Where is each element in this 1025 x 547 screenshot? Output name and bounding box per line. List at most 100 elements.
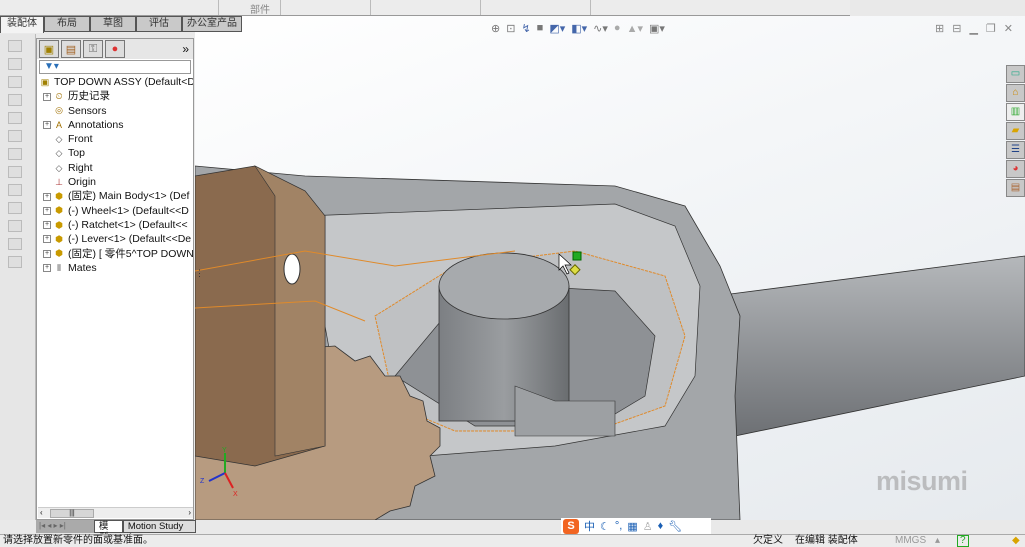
insert-component-icon[interactable]: [8, 40, 22, 52]
file-explorer-icon[interactable]: ▥: [1006, 103, 1025, 121]
tree-item[interactable]: + ⬢ (固定) [ 零件5^TOP DOWN: [37, 247, 193, 261]
explode-line-icon[interactable]: [8, 220, 22, 232]
configuration-manager-tab-icon[interactable]: ⚿: [83, 40, 103, 58]
tab-model[interactable]: 模型: [93, 520, 123, 543]
assembly-features-icon[interactable]: [8, 130, 22, 142]
tab-office-products[interactable]: 办公室产品: [182, 16, 242, 32]
hide-show-items-icon[interactable]: ∿▾: [593, 22, 608, 35]
section-view-icon[interactable]: ■: [537, 22, 544, 35]
model-view[interactable]: Y Z X ⋮: [195, 16, 1025, 520]
design-library-icon[interactable]: ⌂: [1006, 84, 1025, 102]
panel-splitter-handle[interactable]: ⋮: [195, 268, 204, 278]
fullwidth-icon[interactable]: ☾: [600, 520, 610, 533]
property-manager-tab-icon[interactable]: ▤: [61, 40, 81, 58]
mate-icon[interactable]: [8, 58, 22, 70]
snapshot-icon[interactable]: [8, 256, 22, 268]
split-vertical-icon[interactable]: ⊟: [952, 22, 961, 35]
expand-toggle-icon[interactable]: +: [43, 206, 51, 215]
tree-item[interactable]: ◇ Top: [37, 146, 193, 160]
settings-wrench-icon[interactable]: 🔧︎: [668, 520, 682, 533]
expand-panel-button[interactable]: »: [182, 42, 189, 56]
zoom-to-area-icon[interactable]: ⊡: [506, 22, 515, 35]
sensor-icon: ◎: [55, 105, 63, 116]
new-motion-study-icon[interactable]: [8, 166, 22, 178]
help-button[interactable]: ?: [957, 535, 969, 547]
tree-filter[interactable]: ▼▾: [39, 60, 191, 74]
instant3d-icon[interactable]: [8, 238, 22, 250]
restore-icon[interactable]: ❐: [986, 22, 996, 35]
tab-motion-study[interactable]: Motion Study 1: [122, 520, 196, 543]
previous-view-icon[interactable]: ↯: [521, 22, 530, 35]
tree-item[interactable]: + ⬢ (-) Wheel<1> (Default<<D: [37, 204, 193, 218]
tree-item[interactable]: ◎ Sensors: [37, 104, 193, 118]
tree-horizontal-scrollbar[interactable]: ‹ ||| ›: [38, 507, 193, 518]
tree-item[interactable]: + A Annotations: [37, 118, 193, 132]
exploded-view-icon[interactable]: [8, 202, 22, 214]
tree-item[interactable]: + ⬢ (-) Ratchet<1> (Default<<: [37, 218, 193, 232]
solidworks-resources-icon[interactable]: ▭: [1006, 65, 1025, 83]
custom-properties-icon[interactable]: ▤: [1006, 179, 1025, 197]
tree-item[interactable]: + ⬢ (-) Lever<1> (Default<<De: [37, 232, 193, 246]
pattern-icon[interactable]: [8, 76, 22, 88]
zoom-to-fit-icon[interactable]: ⊕: [491, 22, 500, 35]
scroll-left-icon[interactable]: ‹: [40, 508, 43, 517]
part-icon: ⬢: [55, 233, 63, 244]
expand-toggle-icon[interactable]: +: [43, 249, 51, 258]
tab-layout[interactable]: 布局: [44, 16, 90, 32]
show-hidden-icon[interactable]: [8, 112, 22, 124]
voice-icon[interactable]: ♙: [643, 520, 653, 533]
tree-item[interactable]: ◇ Front: [37, 132, 193, 146]
reference-geometry-icon[interactable]: [8, 148, 22, 160]
filter-icon[interactable]: ▼▾: [44, 61, 59, 72]
expand-toggle-icon[interactable]: +: [43, 121, 51, 130]
bill-of-materials-icon[interactable]: [8, 184, 22, 196]
sogou-logo-icon[interactable]: S: [563, 518, 579, 534]
split-horizontal-icon[interactable]: ⊞: [935, 22, 944, 35]
appearances-icon[interactable]: ◕: [1006, 160, 1025, 178]
tree-root[interactable]: ▣ TOP DOWN ASSY (Default<D: [37, 75, 193, 89]
divider: [218, 0, 219, 15]
apply-scene-icon[interactable]: ▲▾: [627, 22, 643, 35]
tree-item[interactable]: + ⏲ 历史记录: [37, 89, 193, 103]
feature-manager-tree: ▣ ▤ ⚿ ● » ▼▾ ▣ TOP DOWN ASSY (Default<D +…: [36, 38, 194, 520]
expand-toggle-icon[interactable]: +: [43, 192, 51, 201]
expand-toggle-icon[interactable]: +: [43, 235, 51, 244]
tree-item[interactable]: + ⫴ Mates: [37, 261, 193, 275]
scroll-right-icon[interactable]: ›: [188, 508, 191, 517]
keyboard-icon[interactable]: ▦: [627, 520, 637, 533]
lever-handle[interactable]: [714, 255, 1025, 437]
tab-navigation-arrows[interactable]: |◂ ◂ ▸ ▸|: [36, 520, 94, 533]
display-style-icon[interactable]: ◧▾: [571, 22, 587, 35]
folder-icon[interactable]: ▰: [1006, 122, 1025, 140]
expand-toggle-icon[interactable]: +: [43, 92, 51, 101]
punctuation-icon[interactable]: °,: [615, 520, 622, 532]
unit-system[interactable]: MMGS: [895, 535, 926, 547]
tree-item[interactable]: ⊥ Origin: [37, 175, 193, 189]
assembly-icon: ▣: [40, 76, 50, 87]
edit-appearance-icon[interactable]: ●: [614, 22, 621, 35]
tab-evaluate[interactable]: 评估: [136, 16, 182, 32]
tree-item-label: Sensors: [68, 104, 107, 117]
display-manager-tab-icon[interactable]: ●: [105, 40, 125, 58]
view-settings-icon[interactable]: ▣▾: [649, 22, 665, 35]
tab-assembly[interactable]: 装配体: [0, 16, 44, 33]
rebuild-icon[interactable]: ◆: [1012, 535, 1020, 547]
close-icon[interactable]: ✕: [1004, 22, 1013, 35]
skin-icon[interactable]: ♦: [658, 520, 664, 532]
scroll-thumb[interactable]: |||: [50, 509, 94, 518]
unit-dropdown-icon[interactable]: ▴: [935, 535, 940, 547]
graphics-area[interactable]: Y Z X ⋮ ⊕ ⊡ ↯ ■ ◩▾ ◧▾ ∿▾ ● ▲▾ ▣▾ ⊞ ⊟ ▁ ❐…: [195, 16, 1025, 520]
view-orientation-icon[interactable]: ◩▾: [549, 22, 565, 35]
ime-mode-label[interactable]: 中: [584, 518, 595, 534]
tree-item[interactable]: + ⬢ (固定) Main Body<1> (Def: [37, 189, 193, 203]
tab-sketch[interactable]: 草图: [90, 16, 136, 32]
expand-toggle-icon[interactable]: +: [43, 221, 51, 230]
part-icon: ⬢: [55, 191, 63, 202]
tree-item[interactable]: ◇ Right: [37, 161, 193, 175]
minimize-icon[interactable]: ▁: [969, 22, 977, 35]
divider: [590, 0, 591, 15]
view-palette-icon[interactable]: ☰: [1006, 141, 1025, 159]
expand-toggle-icon[interactable]: +: [43, 264, 51, 273]
feature-manager-tab-icon[interactable]: ▣: [39, 40, 59, 58]
move-component-icon[interactable]: [8, 94, 22, 106]
